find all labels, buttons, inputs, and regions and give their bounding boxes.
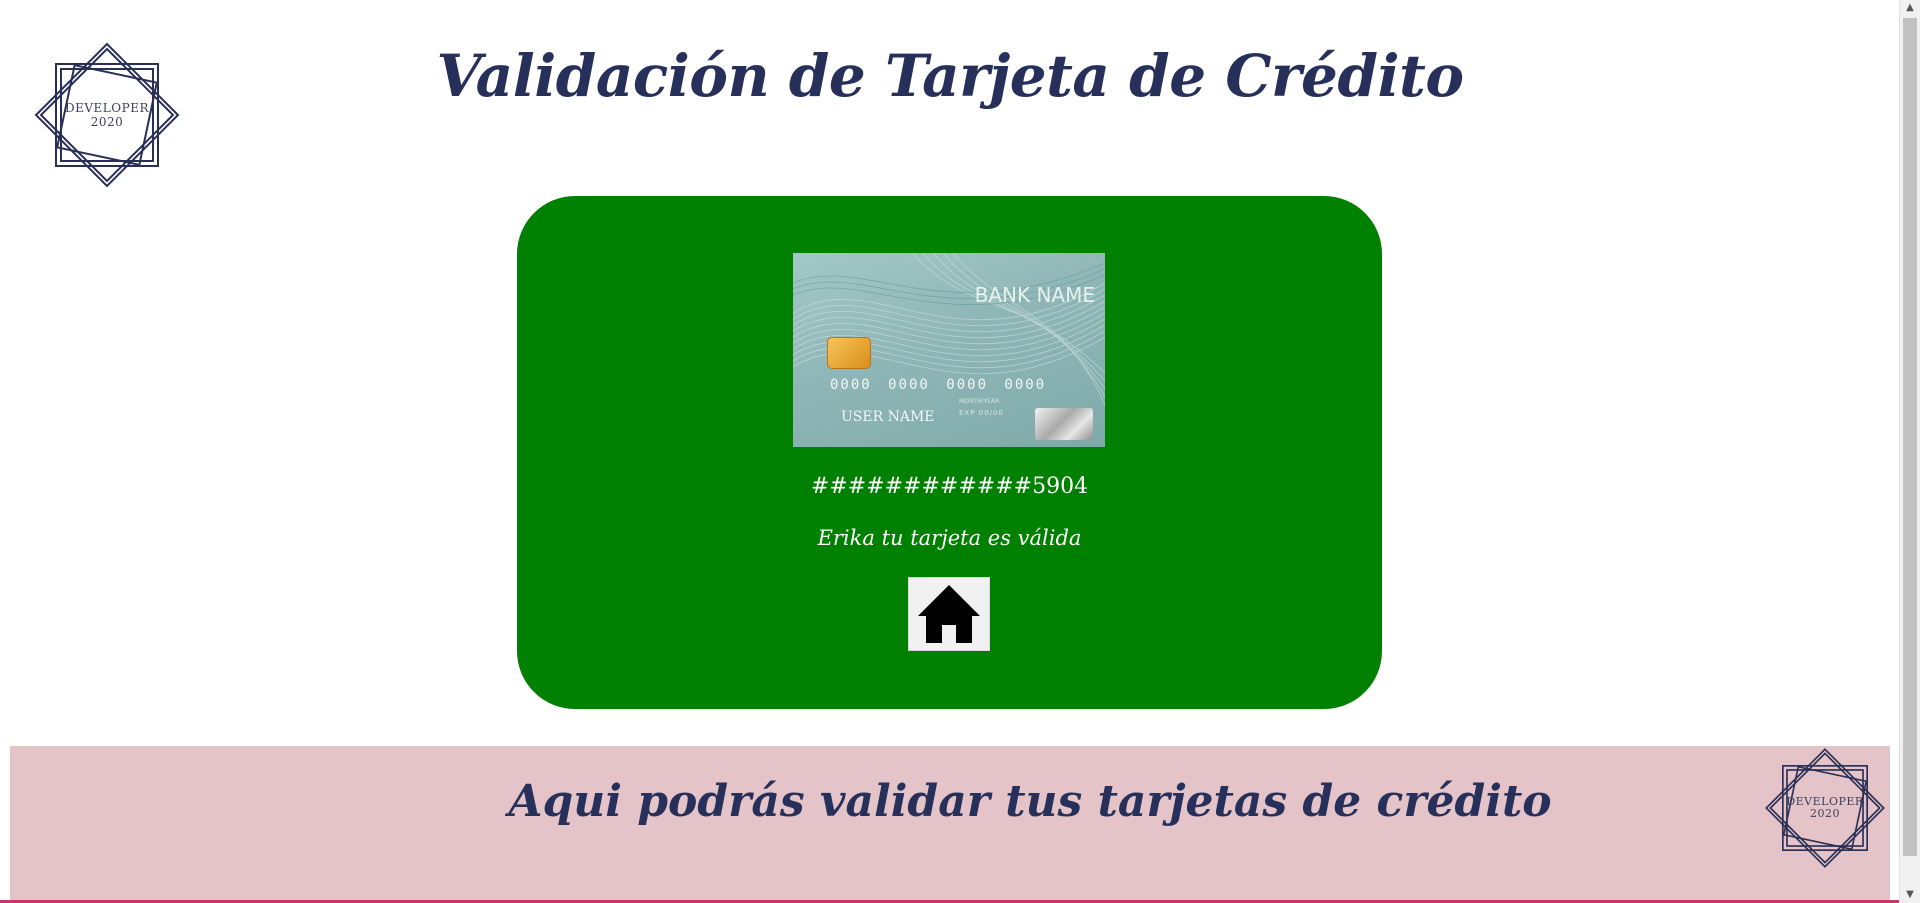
validation-message: Erika tu tarjeta es válida: [817, 526, 1082, 550]
card-exp-caption: MONTH/YEAR: [959, 398, 1000, 405]
footer-developer-logo: DEVELOPER 2020: [1763, 746, 1887, 870]
scroll-down-icon[interactable]: ▼: [1900, 887, 1920, 903]
scroll-up-icon[interactable]: ▲: [1900, 0, 1920, 16]
footer-logo-line2: 2020: [1810, 807, 1840, 820]
home-icon: [918, 585, 980, 643]
footer-logo-text: DEVELOPER 2020: [1763, 746, 1887, 870]
card-chip-icon: [827, 337, 871, 369]
card-hologram-icon: [1035, 408, 1093, 440]
card-bank-name: BANK NAME: [974, 283, 1095, 307]
logo-line2: 2020: [90, 115, 124, 129]
masked-card-number: ############5904: [810, 474, 1089, 499]
page: DEVELOPER 2020 Validación de Tarjeta de …: [0, 0, 1900, 903]
vertical-scrollbar[interactable]: ▲ ▼: [1899, 0, 1920, 903]
validation-result-panel: BANK NAME 0000 0000 0000 0000 MONTH/YEAR…: [517, 196, 1382, 709]
credit-card-image: BANK NAME 0000 0000 0000 0000 MONTH/YEAR…: [793, 253, 1105, 447]
card-exp: EXP 00/00: [959, 409, 1004, 417]
footer-text: Aqui podrás validar tus tarjetas de créd…: [508, 776, 1552, 827]
home-button[interactable]: [908, 577, 990, 651]
scrollbar-thumb[interactable]: [1903, 18, 1917, 856]
card-user-name: USER NAME: [841, 409, 935, 425]
card-number-placeholder: 0000 0000 0000 0000: [830, 377, 1047, 393]
page-title: Validación de Tarjeta de Crédito: [436, 42, 1464, 110]
footer: Aqui podrás validar tus tarjetas de créd…: [10, 746, 1890, 903]
